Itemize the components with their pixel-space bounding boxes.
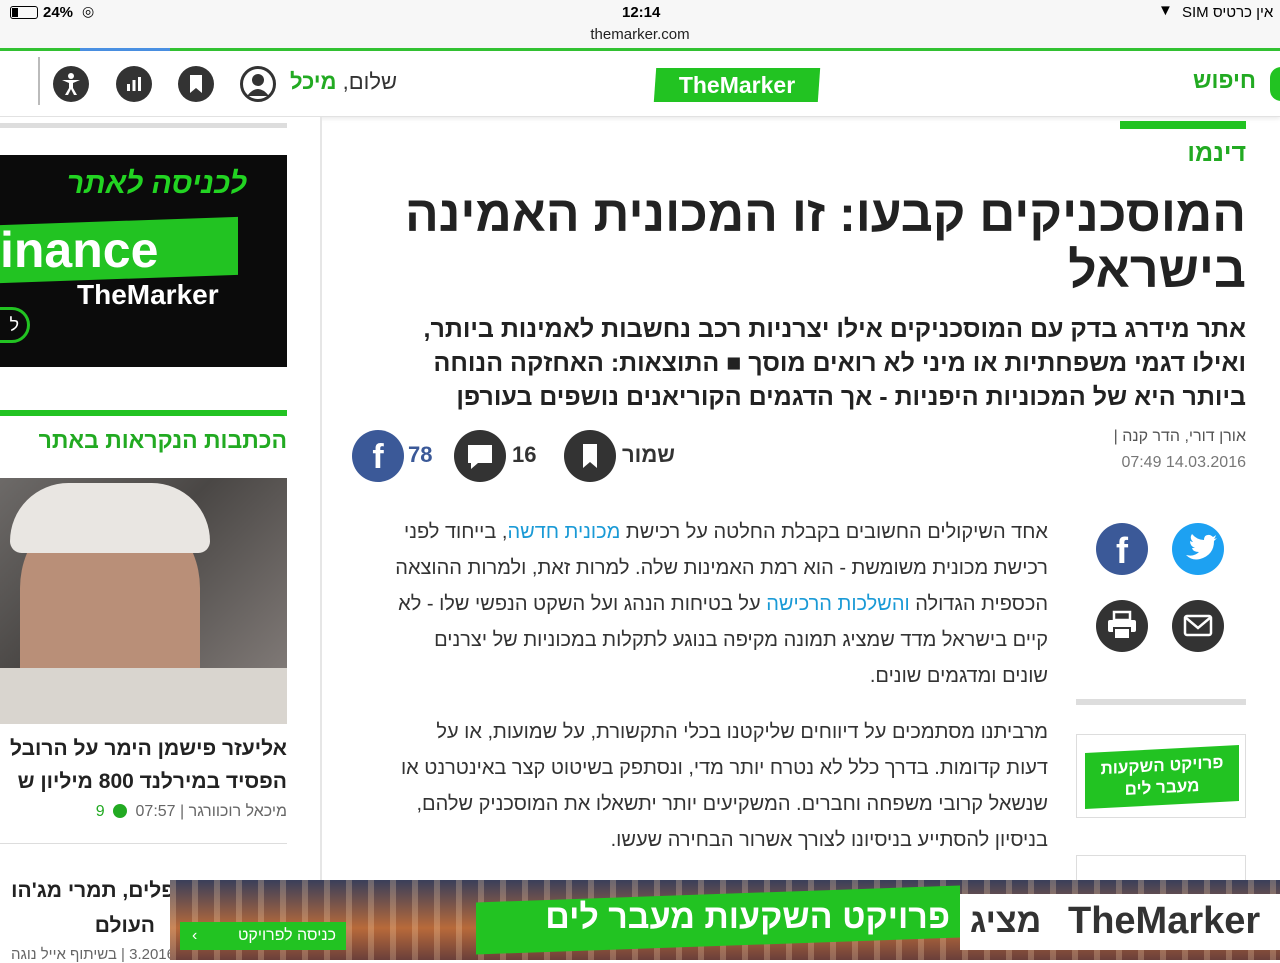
site-header: שלום, מיכל TheMarker חיפוש: [0, 51, 1280, 117]
clock: 12:14: [622, 4, 661, 21]
most-read-title: הכתבות הנקראות באתר: [38, 427, 287, 453]
bookmark-icon[interactable]: [178, 66, 214, 102]
para1-line3: הכספית הגדולה והשלכות הרכישה על בטיחות ה…: [328, 586, 1048, 622]
banner-brand: TheMarker: [1068, 900, 1261, 942]
ad-brand-text: inance: [0, 222, 159, 278]
story1-meta: מיכאל רוכוורגר | 07:57 9: [96, 803, 287, 821]
bottom-ad-banner[interactable]: TheMarker מציג פרויקט השקעות מעבר לים ‹ …: [170, 880, 1280, 960]
promo-label: פרויקט השקעות מעבר לים: [1085, 744, 1239, 810]
rotation-lock-icon: ◎: [82, 3, 95, 19]
article-title-line1: המוסכניקים קבעו: זו המכונית האמינה: [405, 186, 1246, 242]
para2-line4: בניסיון להסתייע בניסיונו לצורך אשרור הבח…: [610, 829, 1048, 851]
story2-title-line2[interactable]: העולם: [95, 914, 155, 938]
comments-count: 16: [512, 442, 537, 467]
stats-icon[interactable]: [116, 66, 152, 102]
para2-line1: מרביתנו מסתמכים על דיווחים שליקטנו בכלי …: [436, 721, 1048, 743]
banner-cta-label: כניסה לפרויקט: [237, 927, 336, 944]
banner-headline: פרויקט השקעות מעבר לים: [545, 898, 950, 936]
facebook-count: 78: [408, 442, 433, 467]
facebook-share-button[interactable]: f 78: [352, 430, 442, 482]
wifi-icon: ▼: [1158, 2, 1173, 19]
story1-author: מיכאל רוכוורגר: [188, 803, 287, 820]
bookmark-icon: [564, 430, 616, 482]
article: דינמו המוסכניקים קבעו: זו המכונית האמינה…: [322, 117, 1280, 960]
para1-line2: רכישת מכונית משומשת - הוא רמת האמינות של…: [395, 557, 1048, 579]
chevron-left-icon: ‹: [192, 927, 198, 944]
battery-icon: [10, 6, 38, 19]
ad-top-text: לכניסה לאתר: [66, 167, 247, 200]
sidebar-top-rule: [0, 123, 287, 128]
para1-line1: אחד השיקולים החשובים בקבלת החלטה על רכיש…: [328, 514, 1048, 550]
ad-enter-glyph: ל: [9, 315, 19, 335]
story2-meta: 3.2016 | בשיתוף אייל נוגה: [10, 946, 175, 963]
story1-time: 07:57: [135, 803, 176, 820]
finance-ad[interactable]: לכניסה לאתר inance TheMarker ל: [0, 155, 287, 367]
story1-comments: 9: [95, 803, 105, 820]
subtitle-line2: ואילו דגמי משפחתיות או מיני לא רואים מוס…: [433, 349, 1246, 377]
para1-text-c: הכספית הגדולה: [909, 593, 1048, 615]
share-column-rule: [1076, 699, 1246, 705]
para1-line4: קיים בישראל מדד שמציג תמונה מקיפה בנוגע …: [434, 629, 1048, 651]
story-divider: [0, 843, 287, 844]
comments-button[interactable]: 16: [454, 430, 544, 482]
site-logo[interactable]: TheMarker: [653, 68, 821, 102]
promo-box[interactable]: פרויקט השקעות מעבר לים: [1076, 734, 1246, 818]
accessibility-icon[interactable]: [53, 66, 89, 102]
user-icon[interactable]: [240, 66, 276, 102]
photo-shirt: [0, 668, 287, 724]
subtitle-line3: ביותר היא של המכוניות היפניות - אך הדגמי…: [456, 383, 1246, 411]
banner-cta-button[interactable]: ‹ כניסה לפרויקט: [180, 922, 346, 950]
header-divider: [38, 57, 40, 105]
photo-hair: [10, 483, 210, 553]
save-label: שמור: [622, 442, 676, 467]
battery-percent: 24%: [43, 4, 74, 21]
section-rule: [1120, 121, 1246, 129]
para2-line3: שנשאל קרובי משפחה וחברים. המשקיעים יותר …: [416, 793, 1048, 815]
para1-line5: שונים ומדגמים שונים.: [869, 665, 1048, 687]
menu-tab-edge[interactable]: [1270, 67, 1280, 101]
carrier-text: אין כרטיס SIM: [1182, 4, 1274, 21]
story-photo[interactable]: [0, 478, 287, 724]
comment-icon: [113, 804, 128, 818]
email-share-icon[interactable]: [1172, 600, 1224, 652]
paragraph-2: מרביתנו מסתמכים על דיווחים שליקטנו בכלי …: [328, 714, 1048, 858]
ad-sub-brand: TheMarker: [77, 279, 219, 310]
user-greeting[interactable]: שלום, מיכל: [290, 69, 397, 95]
publish-date: 07:49 14.03.2016: [1121, 454, 1246, 471]
para1-text-b: , בייחוד לפני: [404, 521, 508, 543]
para1-text-d: על בטיחות הנהג ועל השקט הנפשי שלו - לא: [398, 593, 767, 615]
section-label[interactable]: דינמו: [1187, 139, 1246, 168]
logo-text: TheMarker: [678, 72, 796, 98]
search-link[interactable]: חיפוש: [1193, 67, 1256, 94]
facebook-share-icon[interactable]: f: [1096, 523, 1148, 575]
story1-title-line1[interactable]: אליעזר פישמן הימר על הרובל: [10, 737, 287, 761]
paragraph-1: אחד השיקולים החשובים בקבלת החלטה על רכיש…: [328, 514, 1048, 694]
article-title-line2: בישראל: [1068, 242, 1246, 298]
story1-title-line2[interactable]: הפסיד במירלנד 800 מיליון ש: [18, 770, 287, 794]
para1-text-a: אחד השיקולים החשובים בקבלת החלטה על רכיש…: [620, 521, 1048, 543]
authors: אורן דורי, הדר קנה: [1122, 428, 1246, 445]
comment-bubble-icon: [454, 430, 506, 482]
print-icon[interactable]: [1096, 600, 1148, 652]
url-bar[interactable]: themarker.com: [0, 26, 1280, 43]
meta-separator: |: [175, 803, 185, 820]
save-button[interactable]: שמור: [564, 430, 676, 482]
status-bar: 24% ◎ 12:14 אין כרטיס SIM ▼ themarker.co…: [0, 0, 1280, 51]
para2-line2: דעות קדומות. בדרך כלל לא נטרח יותר מדי, …: [400, 757, 1048, 779]
greeting-text: שלום,: [342, 69, 398, 94]
banner-presents: מציג: [970, 902, 1042, 940]
story2-title-line1[interactable]: פלים, תמרי מג'הו: [11, 879, 175, 903]
link-new-car[interactable]: מכונית חדשה: [507, 521, 620, 543]
user-name: מיכל: [290, 69, 337, 94]
ad-enter-button[interactable]: ל: [0, 307, 30, 343]
sidebar: לכניסה לאתר inance TheMarker ל הכתבות הנ…: [0, 117, 320, 963]
subtitle-line1: אתר מידרג בדק עם המוסכניקים אילו יצרניות…: [423, 315, 1246, 343]
facebook-icon: f: [352, 430, 404, 482]
byline-separator: |: [1113, 428, 1118, 445]
most-read-rule: [0, 410, 287, 416]
twitter-share-icon[interactable]: [1172, 523, 1224, 575]
link-purchase-implications[interactable]: והשלכות הרכישה: [766, 593, 909, 615]
byline-authors[interactable]: אורן דורי, הדר קנה |: [1114, 428, 1246, 446]
